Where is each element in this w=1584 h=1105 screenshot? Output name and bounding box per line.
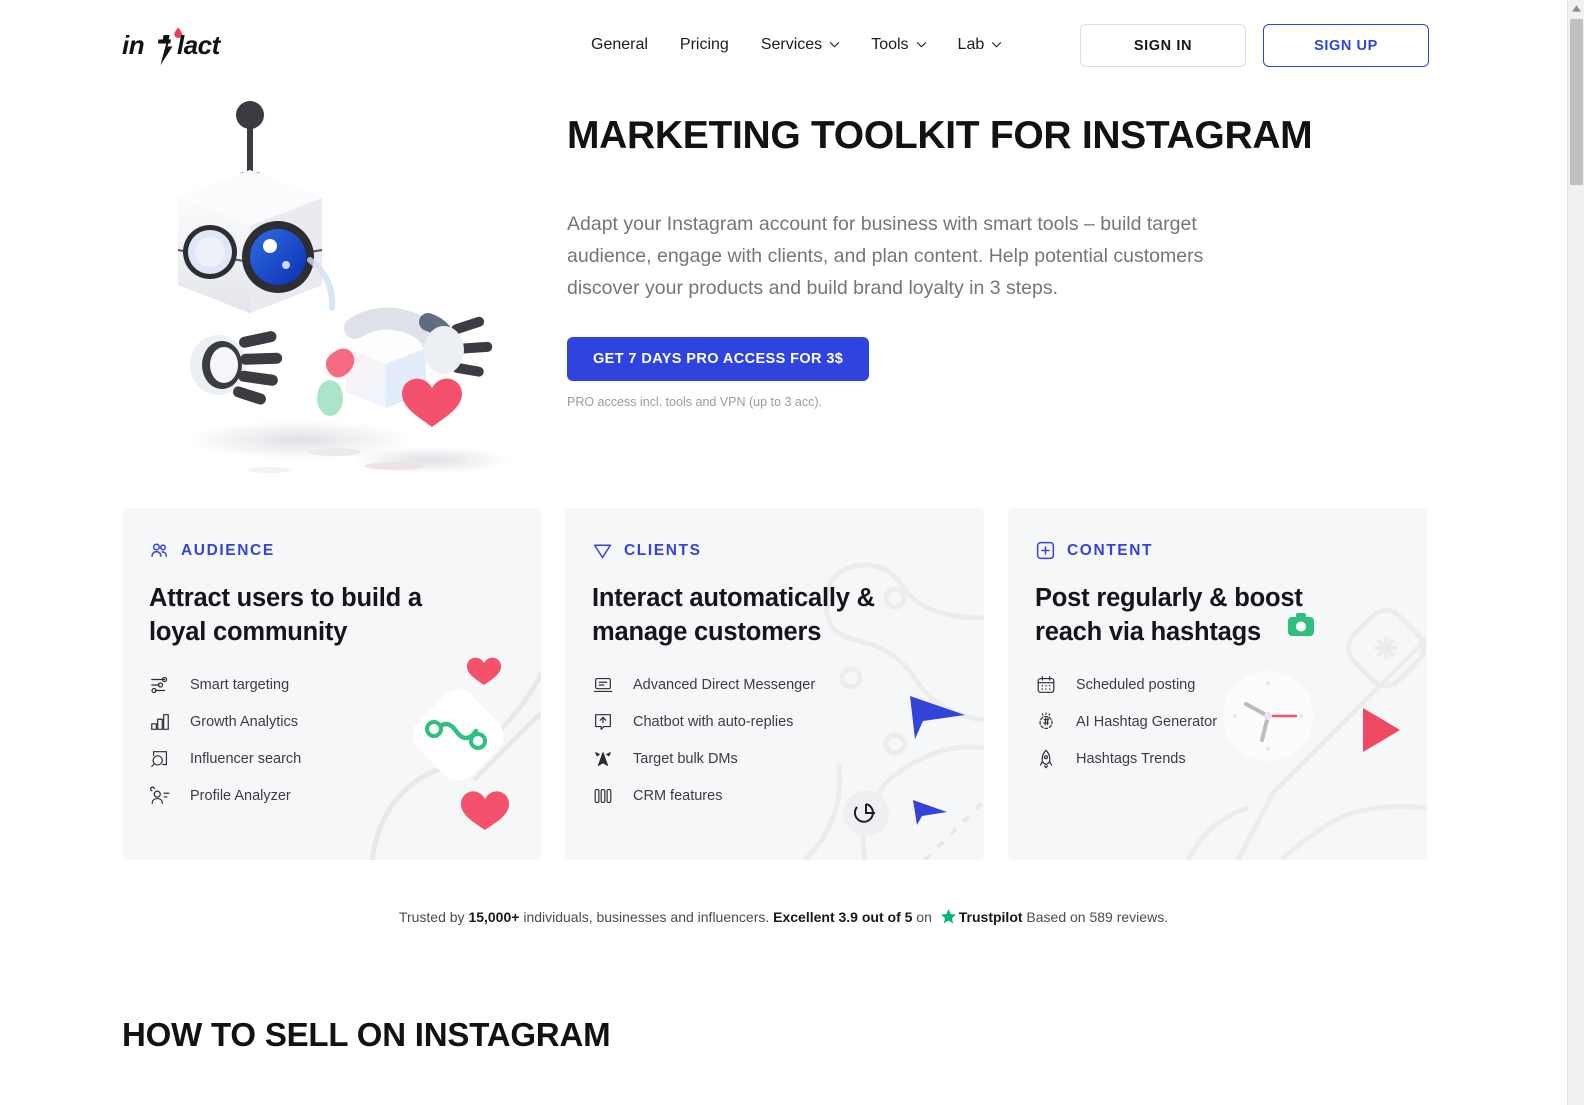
feature-influencer-search[interactable]: Influencer search <box>149 748 541 770</box>
chatbot-icon <box>592 711 614 733</box>
nav-label: Pricing <box>679 36 729 53</box>
card-kicker-clients: CLIENTS <box>592 540 984 561</box>
messenger-icon <box>592 674 614 696</box>
profile-lines-icon <box>149 785 171 807</box>
feature-label: CRM features <box>633 788 723 805</box>
site-header: in lact General Pricing Services Tools L… <box>0 0 1567 92</box>
feature-advanced-direct-messenger[interactable]: Advanced Direct Messenger <box>592 674 984 696</box>
section-title-how-to-sell: HOW TO SELL ON INSTAGRAM <box>122 1016 611 1053</box>
plus-square-icon <box>1035 540 1056 561</box>
card-kicker-label: CLIENTS <box>624 541 702 559</box>
card-title-content: Post regularly & boost reach via hashtag… <box>1035 584 1303 646</box>
nav-item-lab[interactable]: Lab <box>942 30 1018 60</box>
trustpilot-label[interactable]: Trustpilot <box>959 909 1023 925</box>
scrollbar-thumb[interactable] <box>1570 19 1583 185</box>
feature-ai-hashtag-generator[interactable]: AI Hashtag Generator <box>1035 711 1427 733</box>
feature-target-bulk-dms[interactable]: Target bulk DMs <box>592 748 984 770</box>
feature-label: Chatbot with auto-replies <box>633 714 794 731</box>
nav-item-general[interactable]: General <box>575 30 664 60</box>
scroll-up-arrow-icon[interactable] <box>1568 0 1584 17</box>
page-root: in lact General Pricing Services Tools L… <box>0 0 1584 1105</box>
hero-subtitle: Adapt your Instagram account for busines… <box>567 212 1204 299</box>
hero-section: MARKETING TOOLKIT FOR INSTAGRAM Adapt yo… <box>567 114 1347 409</box>
feature-label: Influencer search <box>190 751 302 768</box>
target-send-icon <box>592 748 614 770</box>
card-title-audience: Attract users to build a loyal community <box>149 584 422 646</box>
feature-cards: AUDIENCE Attract users to build a loyal … <box>122 508 1429 860</box>
feature-list-content: Scheduled posting AI Hashtag Generator H… <box>1035 674 1427 770</box>
nav-label: Lab <box>957 36 985 53</box>
calendar-icon <box>1035 674 1057 696</box>
feature-crm-features[interactable]: CRM features <box>592 785 984 807</box>
trust-on: on <box>912 909 936 925</box>
feature-label: Growth Analytics <box>190 714 298 731</box>
trust-line: Trusted by 15,000+ individuals, business… <box>0 908 1567 928</box>
columns-icon <box>592 785 614 807</box>
feature-chatbot-auto-replies[interactable]: Chatbot with auto-replies <box>592 711 984 733</box>
nav-label: Services <box>760 36 823 53</box>
feature-label: Profile Analyzer <box>190 788 291 805</box>
bar-chart-icon <box>149 711 171 733</box>
feature-label: Target bulk DMs <box>633 751 738 768</box>
feature-growth-analytics[interactable]: Growth Analytics <box>149 711 541 733</box>
cta-note: PRO access incl. tools and VPN (up to 3 … <box>567 394 822 409</box>
chevron-down-icon <box>916 39 926 49</box>
feature-smart-targeting[interactable]: Smart targeting <box>149 674 541 696</box>
nav-item-services[interactable]: Services <box>745 30 855 60</box>
feature-label: Scheduled posting <box>1076 677 1196 694</box>
feature-list-clients: Advanced Direct Messenger Chatbot with a… <box>592 674 984 807</box>
sliders-icon <box>149 674 171 696</box>
search-frame-icon <box>149 748 171 770</box>
feature-label: Advanced Direct Messenger <box>633 677 816 694</box>
svg-text:lact: lact <box>177 30 222 60</box>
trust-prefix: Trusted by <box>398 909 469 925</box>
hashtag-gear-icon <box>1035 711 1057 733</box>
card-kicker-audience: AUDIENCE <box>149 540 541 561</box>
page-title: MARKETING TOOLKIT FOR INSTAGRAM <box>567 114 1313 157</box>
trust-count: 15,000+ <box>468 909 520 925</box>
auth-buttons: SIGN IN SIGN UP <box>1080 24 1429 67</box>
feature-hashtags-trends[interactable]: Hashtags Trends <box>1035 748 1427 770</box>
nav-item-tools[interactable]: Tools <box>855 30 941 60</box>
feature-label: Smart targeting <box>190 677 290 694</box>
card-kicker-label: CONTENT <box>1067 541 1154 559</box>
feature-label: Hashtags Trends <box>1076 751 1186 768</box>
feature-profile-analyzer[interactable]: Profile Analyzer <box>149 785 541 807</box>
svg-text:in: in <box>122 30 144 60</box>
card-title-clients: Interact automatically & manage customer… <box>592 584 875 646</box>
send-icon <box>592 540 613 561</box>
nav-label: Tools <box>871 36 909 53</box>
section-subtitle-partial <box>300 1085 304 1102</box>
feature-scheduled-posting[interactable]: Scheduled posting <box>1035 674 1427 696</box>
chevron-down-icon <box>829 39 840 49</box>
nav-item-pricing[interactable]: Pricing <box>664 30 745 60</box>
trust-middle: individuals, businesses and influencers. <box>519 909 774 925</box>
trust-rating: Excellent 3.9 out of 5 <box>773 909 913 925</box>
card-kicker-content: CONTENT <box>1035 540 1427 561</box>
card-kicker-label: AUDIENCE <box>181 541 275 559</box>
trustpilot-star-icon <box>940 908 957 928</box>
users-icon <box>149 540 170 561</box>
sign-in-button[interactable]: SIGN IN <box>1080 24 1246 67</box>
card-content[interactable]: CONTENT Post regularly & boost reach via… <box>1008 508 1427 860</box>
main-nav: General Pricing Services Tools Lab <box>575 30 1017 60</box>
robot-illustration <box>150 100 560 500</box>
brand-logo[interactable]: in lact <box>122 24 232 68</box>
feature-list-audience: Smart targeting Growth Analytics Influen… <box>149 674 541 807</box>
nav-label: General <box>591 36 648 53</box>
page-scrollbar[interactable] <box>1567 0 1584 1105</box>
card-clients[interactable]: CLIENTS Interact automatically & manage … <box>565 508 984 860</box>
card-audience[interactable]: AUDIENCE Attract users to build a loyal … <box>122 508 541 860</box>
sign-up-button[interactable]: SIGN UP <box>1263 24 1429 67</box>
rocket-icon <box>1035 748 1057 770</box>
chevron-down-icon <box>991 39 1002 49</box>
trust-suffix: Based on 589 reviews. <box>1022 909 1169 925</box>
get-pro-access-button[interactable]: GET 7 DAYS PRO ACCESS FOR 3$ <box>567 336 870 381</box>
feature-label: AI Hashtag Generator <box>1076 714 1218 731</box>
